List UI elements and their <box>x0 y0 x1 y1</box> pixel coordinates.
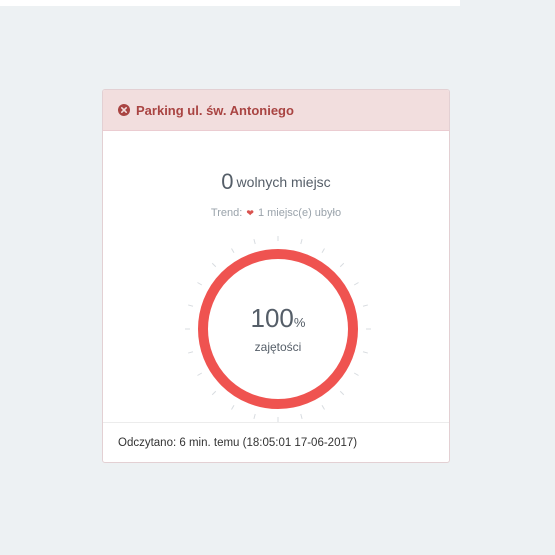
parking-card: Parking ul. św. Antoniego 0 wolnych miejs… <box>102 89 450 463</box>
occupancy-unit: % <box>293 315 306 330</box>
card-title: Parking ul. św. Antoniego <box>136 102 294 118</box>
close-circle-icon <box>118 104 130 116</box>
heart-icon: ❤ <box>246 208 254 218</box>
last-read-text: Odczytano: 6 min. temu (18:05:01 17-06-2… <box>118 436 358 449</box>
card-body: 0 wolnych miejsc Trend: ❤ 1 miejsc(e) uby… <box>103 131 449 424</box>
top-strip <box>0 0 460 6</box>
card-header: Parking ul. św. Antoniego <box>103 90 449 131</box>
occupancy-value: 100 <box>250 303 294 333</box>
free-count: 0 <box>221 169 234 194</box>
gauge-center: 100% zajętości <box>178 229 378 429</box>
free-label: wolnych miejsc <box>236 174 331 190</box>
trend-label: Trend: <box>210 207 243 219</box>
occupancy-label: zajętości <box>254 340 302 354</box>
trend: Trend: ❤ 1 miejsc(e) ubyło <box>103 207 449 219</box>
trend-text: 1 miejsc(e) ubyło <box>257 207 342 219</box>
free-spaces: 0 wolnych miejsc <box>103 169 449 195</box>
card-footer: Odczytano: 6 min. temu (18:05:01 17-06-2… <box>103 422 449 462</box>
